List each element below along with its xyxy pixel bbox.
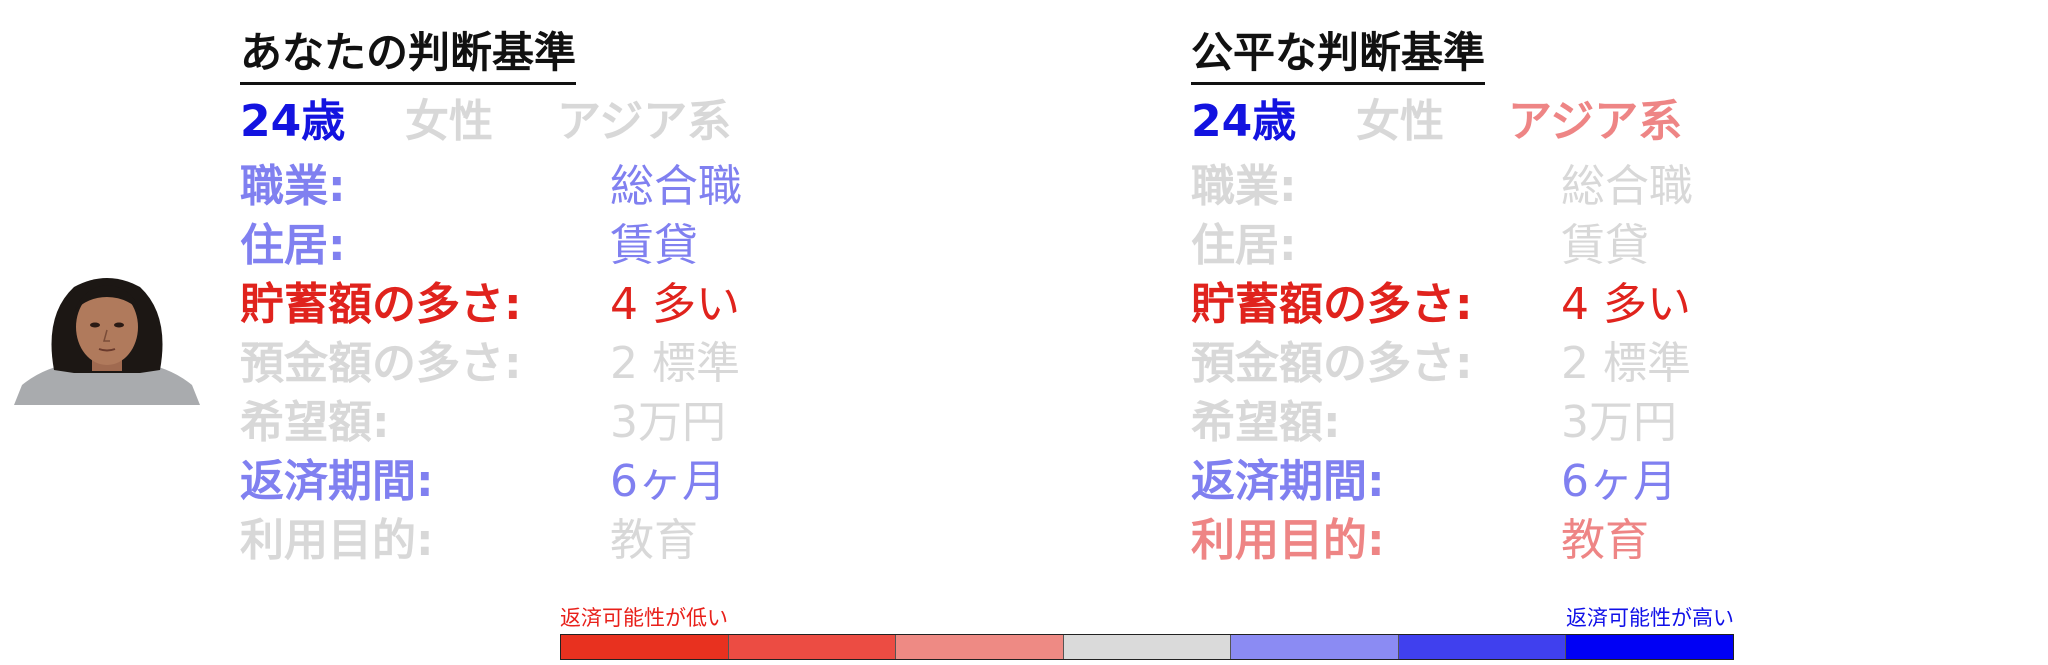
criteria-label: 希望額: (1191, 397, 1341, 448)
criteria-row-repayment-period: 返済期間: 6ヶ月 (240, 454, 940, 513)
legend-segment (896, 635, 1064, 659)
criteria-value: 4 多い (610, 279, 740, 330)
criteria-label: 住居: (240, 220, 346, 271)
criteria-label: 職業: (240, 161, 346, 212)
criteria-label: 住居: (1191, 220, 1297, 271)
legend-segment (1566, 635, 1734, 659)
criteria-row-repayment-period: 返済期間: 6ヶ月 (1191, 454, 1891, 513)
criteria-label: 職業: (1191, 161, 1297, 212)
repayment-likelihood-legend: 返済可能性が低い 返済可能性が高い (560, 603, 1734, 660)
criteria-row-occupation: 職業: 総合職 (1191, 159, 1891, 218)
criteria-row-occupation: 職業: 総合職 (240, 159, 940, 218)
criteria-value: 総合職 (1561, 161, 1693, 212)
criteria-label: 返済期間: (240, 456, 434, 507)
criteria-label: 利用目的: (240, 515, 434, 566)
criteria-value: 賃貸 (1561, 220, 1649, 271)
criteria-label: 預金額の多さ: (1191, 338, 1473, 389)
your-criteria-title: あなたの判断基準 (240, 26, 577, 85)
legend-color-scale (560, 634, 1734, 660)
your-criteria-panel: あなたの判断基準 24歳 女性 アジア系 職業: 総合職 住居: 賃貸 貯蓄額の… (240, 26, 940, 572)
demographics-row: 24歳 女性 アジア系 (1191, 93, 1891, 159)
criteria-row-deposits: 預金額の多さ: 2 標準 (1191, 336, 1891, 395)
criteria-label: 貯蓄額の多さ: (1191, 279, 1473, 330)
legend-segment (561, 635, 729, 659)
fair-criteria-title: 公平な判断基準 (1191, 26, 1486, 85)
fair-criteria-panel: 公平な判断基準 24歳 女性 アジア系 職業: 総合職 住居: 賃貸 貯蓄額の多… (1191, 26, 1891, 572)
criteria-label: 希望額: (240, 397, 390, 448)
legend-segment (1231, 635, 1399, 659)
legend-low-label: 返済可能性が低い (560, 606, 728, 630)
legend-segment (728, 635, 897, 659)
age-value: 24歳 (1191, 96, 1297, 147)
criteria-value: 2 標準 (610, 338, 740, 389)
criteria-row-residence: 住居: 賃貸 (240, 218, 940, 277)
ethnicity-value: アジア系 (557, 96, 732, 147)
ethnicity-value: アジア系 (1508, 96, 1683, 147)
criteria-row-requested-amount: 希望額: 3万円 (240, 395, 940, 454)
criteria-value: 6ヶ月 (610, 456, 726, 507)
criteria-value: 総合職 (610, 161, 742, 212)
applicant-photo (14, 275, 200, 405)
criteria-value: 賃貸 (610, 220, 698, 271)
criteria-value: 6ヶ月 (1561, 456, 1677, 507)
criteria-label: 返済期間: (1191, 456, 1385, 507)
criteria-label: 貯蓄額の多さ: (240, 279, 522, 330)
criteria-value: 教育 (1561, 515, 1649, 566)
criteria-value: 教育 (610, 515, 698, 566)
criteria-row-savings: 貯蓄額の多さ: 4 多い (1191, 277, 1891, 336)
criteria-row-residence: 住居: 賃貸 (1191, 218, 1891, 277)
gender-value: 女性 (1356, 96, 1444, 147)
criteria-row-purpose: 利用目的: 教育 (1191, 513, 1891, 572)
criteria-value: 4 多い (1561, 279, 1691, 330)
demographics-row: 24歳 女性 アジア系 (240, 93, 940, 159)
criteria-row-requested-amount: 希望額: 3万円 (1191, 395, 1891, 454)
legend-segment (1398, 635, 1567, 659)
legend-high-label: 返済可能性が高い (1566, 606, 1734, 630)
criteria-label: 利用目的: (1191, 515, 1385, 566)
criteria-value: 3万円 (1561, 397, 1677, 448)
criteria-row-savings: 貯蓄額の多さ: 4 多い (240, 277, 940, 336)
criteria-row-purpose: 利用目的: 教育 (240, 513, 940, 572)
criteria-label: 預金額の多さ: (240, 338, 522, 389)
age-value: 24歳 (240, 96, 346, 147)
criteria-value: 2 標準 (1561, 338, 1691, 389)
criteria-value: 3万円 (610, 397, 726, 448)
gender-value: 女性 (405, 96, 493, 147)
criteria-list: 職業: 総合職 住居: 賃貸 貯蓄額の多さ: 4 多い 預金額の多さ: 2 標準… (1191, 159, 1891, 572)
criteria-list: 職業: 総合職 住居: 賃貸 貯蓄額の多さ: 4 多い 預金額の多さ: 2 標準… (240, 159, 940, 572)
legend-segment (1063, 635, 1232, 659)
criteria-row-deposits: 預金額の多さ: 2 標準 (240, 336, 940, 395)
